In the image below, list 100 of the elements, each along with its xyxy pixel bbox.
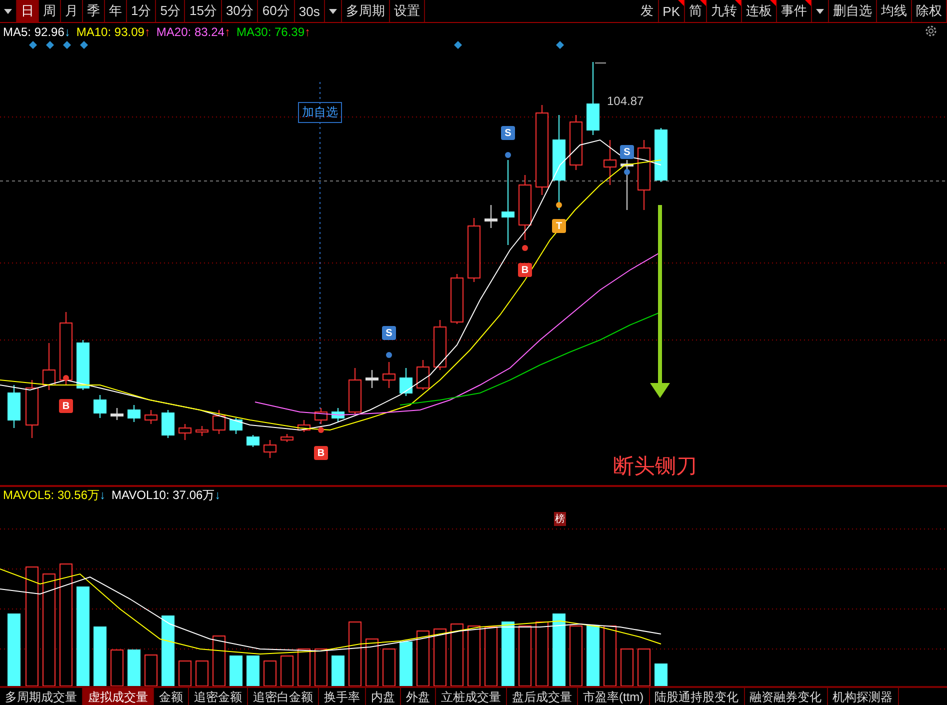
volume-bar: [518, 626, 532, 686]
candle: [400, 368, 412, 396]
indicator-tab[interactable]: 虚拟成交量: [83, 688, 154, 705]
rank-badge[interactable]: 榜: [554, 512, 566, 526]
signal-badge[interactable]: B: [59, 399, 73, 413]
candle: [76, 340, 90, 390]
diamond-icon[interactable]: [80, 41, 88, 49]
period-tab[interactable]: 30s: [294, 0, 325, 22]
indicator-tab[interactable]: 立桩成交量: [436, 688, 507, 705]
toolbar-button[interactable]: 多周期: [342, 0, 390, 22]
candle: [178, 424, 192, 440]
candle: [94, 394, 106, 418]
candle: [416, 360, 430, 390]
toolbar-button[interactable]: 发: [636, 0, 659, 22]
volume-bar: [144, 654, 158, 686]
toolbar-button[interactable]: 事件: [777, 0, 812, 22]
period-tab[interactable]: 周: [39, 0, 61, 22]
candle: [434, 320, 446, 370]
volume-bar: [332, 656, 344, 686]
candle: [162, 410, 174, 438]
volume-bar: [382, 648, 396, 686]
indicator-tab[interactable]: 换手率: [319, 688, 366, 705]
candle: [42, 342, 56, 390]
volume-bar: [314, 648, 328, 686]
settings-icon[interactable]: [925, 25, 937, 37]
diamond-icon[interactable]: [556, 41, 564, 49]
signal-badge[interactable]: S: [501, 126, 515, 140]
indicator-tab[interactable]: 市盈率(ttm): [578, 688, 650, 705]
caret-icon[interactable]: [328, 8, 337, 14]
candle: [26, 380, 38, 438]
diamond-icon[interactable]: [63, 41, 71, 49]
candle: [212, 410, 226, 434]
signal-badge[interactable]: B: [518, 263, 532, 277]
volume-bar: [536, 622, 548, 686]
period-tab[interactable]: 年: [105, 0, 127, 22]
diamond-icon[interactable]: [29, 41, 37, 49]
candle: [246, 434, 260, 448]
indicator-tab[interactable]: 陆股通持股变化: [650, 688, 745, 705]
mavol-value: MAVOL5: 30.56万↓: [3, 487, 106, 504]
diamond-icon[interactable]: [46, 41, 54, 49]
volume-bar: [230, 656, 242, 686]
ma-value: MA10: 93.09↑: [76, 24, 150, 38]
candle: [314, 408, 328, 424]
candle: [110, 408, 124, 420]
candle: [604, 140, 616, 186]
volume-bar: [570, 626, 582, 686]
period-tab[interactable]: 15分: [185, 0, 222, 22]
candle: [230, 418, 242, 434]
ma-value: MA20: 83.24↑: [156, 24, 230, 38]
candle: [366, 370, 378, 388]
period-tab[interactable]: 60分: [258, 0, 295, 22]
candle: [8, 384, 20, 428]
add-watchlist-tag[interactable]: 加自选: [298, 102, 342, 123]
indicator-tab[interactable]: 外盘: [401, 688, 436, 705]
volume-bar: [434, 628, 446, 686]
signal-badge[interactable]: B: [314, 446, 328, 460]
volume-bar: [366, 638, 378, 686]
volume-bar: [196, 660, 208, 686]
candle: [128, 404, 140, 422]
indicator-tab[interactable]: 追密白金额: [248, 688, 319, 705]
volume-bar: [468, 626, 480, 686]
volume-bar: [484, 626, 498, 686]
candle: [264, 440, 276, 458]
diamond-icon[interactable]: [454, 41, 462, 49]
volume-bar: [264, 660, 276, 686]
period-tab[interactable]: 1分: [127, 0, 156, 22]
toolbar-button[interactable]: 连板: [742, 0, 777, 22]
indicator-tab[interactable]: 金额: [154, 688, 189, 705]
volume-bar: [128, 650, 140, 686]
toolbar-button[interactable]: 删自选: [829, 0, 877, 22]
toolbar-button[interactable]: PK: [658, 0, 685, 22]
indicator-tab[interactable]: 机构探测器: [828, 688, 899, 705]
mavol-value: MAVOL10: 37.06万↓: [112, 487, 221, 504]
indicator-tab[interactable]: 内盘: [366, 688, 401, 705]
period-tab[interactable]: 日: [17, 0, 39, 22]
period-tab[interactable]: 季: [83, 0, 105, 22]
high-price-label: 104.87: [607, 94, 644, 108]
candle: [518, 174, 532, 240]
volume-bar: [280, 656, 294, 686]
volume-bar: [654, 664, 668, 686]
toolbar-button[interactable]: 九转: [707, 0, 742, 22]
candle: [382, 362, 396, 388]
volume-bar: [110, 650, 124, 686]
period-tab[interactable]: 5分: [156, 0, 186, 22]
period-tab[interactable]: 月: [61, 0, 83, 22]
candle: [450, 274, 464, 324]
signal-badge[interactable]: S: [620, 145, 634, 159]
volume-bar: [298, 648, 310, 686]
indicator-tab[interactable]: 融资融券变化: [744, 688, 828, 705]
caret-icon[interactable]: [816, 8, 824, 14]
toolbar-button[interactable]: 均线: [877, 0, 912, 22]
signal-badge[interactable]: S: [382, 326, 396, 340]
period-tab[interactable]: 30分: [222, 0, 258, 22]
toolbar-button[interactable]: 除权: [912, 0, 947, 22]
toolbar-button[interactable]: 简: [685, 0, 707, 22]
volume-bar: [162, 616, 174, 686]
indicator-tab[interactable]: 盘后成交量: [507, 688, 578, 705]
caret-icon[interactable]: [4, 8, 12, 14]
toolbar-button[interactable]: 设置: [390, 0, 425, 22]
indicator-tab[interactable]: 追密金额: [189, 688, 248, 705]
